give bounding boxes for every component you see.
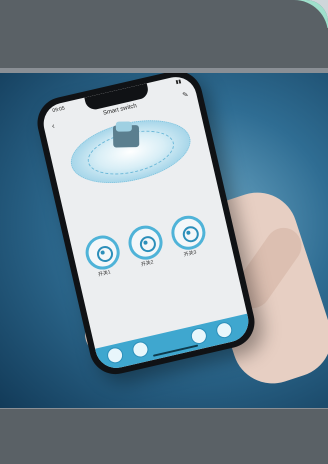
- bottom-panel: [0, 409, 328, 464]
- product-card: 09:05 ▮▮ ‹ Smart switch ✎ 开关1 开关2 开关3: [0, 0, 328, 464]
- status-time: 09:05: [51, 105, 66, 115]
- switch-label-1: 开关1: [97, 269, 112, 279]
- device-image-top: [115, 121, 132, 132]
- off-icon[interactable]: [130, 339, 151, 360]
- home-indicator: [152, 344, 199, 357]
- switch-label-2: 开关2: [140, 259, 155, 269]
- power-icon: [138, 234, 158, 254]
- settings-icon[interactable]: [214, 320, 234, 340]
- battery-icon: ▮▮: [175, 78, 182, 86]
- timer-icon[interactable]: [189, 326, 209, 346]
- top-panel: [0, 0, 328, 70]
- phone: 09:05 ▮▮ ‹ Smart switch ✎ 开关1 开关2 开关3: [32, 73, 260, 380]
- switch-label-3: 开关3: [183, 249, 198, 259]
- power-icon: [181, 224, 201, 244]
- product-photo: 09:05 ▮▮ ‹ Smart switch ✎ 开关1 开关2 开关3: [0, 73, 328, 409]
- power-icon: [95, 244, 115, 264]
- bottom-tab-bar: [95, 313, 253, 373]
- on-icon[interactable]: [105, 345, 125, 365]
- phone-screen: 09:05 ▮▮ ‹ Smart switch ✎ 开关1 开关2 开关3: [39, 73, 253, 373]
